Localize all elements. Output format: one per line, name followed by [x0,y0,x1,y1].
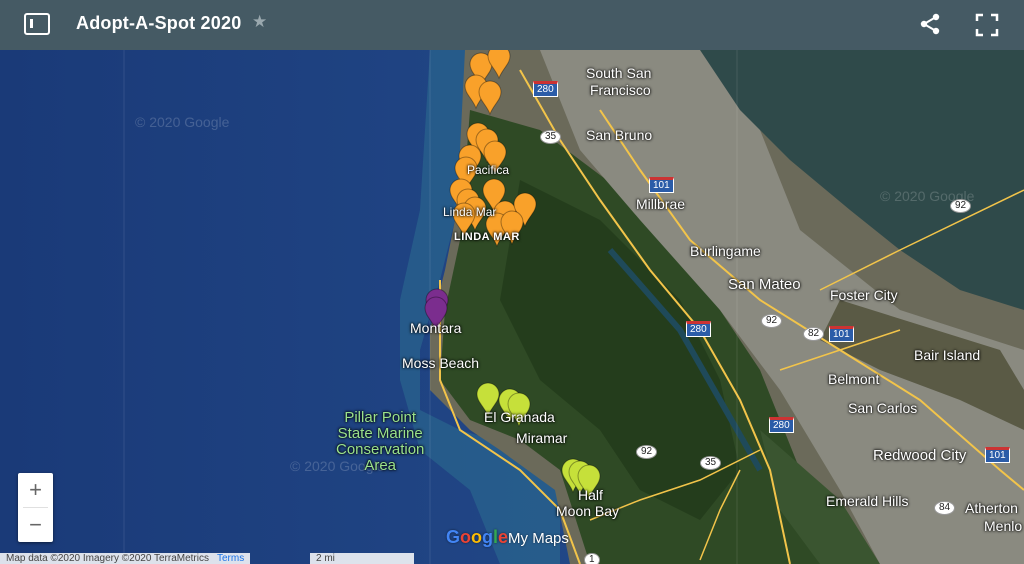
highway-shield: 35 [540,130,562,144]
highway-shield: 101 [649,177,674,193]
zoom-out-button[interactable]: − [18,508,53,542]
highway-shield: 35 [700,456,722,470]
park-label-line: Pillar Point [344,409,417,426]
place-label: Belmont [828,371,880,387]
highway-shield: 280 [533,81,558,97]
map-attribution: Map data ©2020 Imagery ©2020 TerraMetric… [0,553,251,564]
logo-mymaps: My Maps [508,530,569,547]
highway-shield: 101 [985,447,1010,463]
star-icon[interactable]: ★ [252,12,267,32]
zoom-controls: + − [18,473,53,542]
place-label: Foster City [830,287,898,303]
zoom-in-button[interactable]: + [18,473,53,507]
park-label-line: Area [364,457,397,474]
logo-letter: g [482,527,494,547]
map-title: Adopt-A-Spot 2020 [76,13,242,33]
place-label: Miramar [516,430,568,446]
park-label: Pillar Point State Marine Conservation A… [336,410,424,474]
highway-shield: 280 [769,417,794,433]
scale-bar[interactable]: 2 mi [310,553,414,564]
place-label: Half [578,487,603,503]
logo-letter: G [446,527,461,547]
share-icon[interactable] [919,13,941,35]
place-label: Moon Bay [556,503,620,519]
place-label: South San [586,65,652,81]
place-label: San Bruno [586,127,653,143]
place-label: Francisco [590,82,651,98]
place-label: Burlingame [690,243,761,259]
google-watermark: © 2020 Google [135,114,230,130]
place-label: Montara [410,320,462,336]
highway-shield: 280 [686,321,711,337]
place-label: Bair Island [914,347,981,363]
place-label: Redwood City [873,447,967,464]
highway-shield: 101 [829,326,854,342]
place-label: Linda Mar [443,205,497,219]
top-bar: Adopt-A-Spot 2020 ★ [0,0,1024,50]
attribution-text: Map data ©2020 Imagery ©2020 TerraMetric… [6,553,209,564]
highway-shield: 82 [803,327,825,341]
highway-shield: 92 [636,445,658,459]
place-label: Menlo [984,518,1023,534]
place-label: Pacifica [467,163,510,177]
highway-shield: 84 [934,501,956,515]
terms-link[interactable]: Terms [217,553,244,564]
highway-shield: 92 [950,199,972,213]
park-label-line: Conservation [336,441,425,458]
place-label: San Carlos [848,400,918,416]
logo-letter: o [471,527,483,547]
place-label: LINDA MAR [454,231,520,243]
fullscreen-icon[interactable] [975,13,999,37]
place-label: Atherton [965,500,1018,516]
sidebar-toggle-icon[interactable] [24,13,50,35]
highway-shield: 1 [584,553,600,564]
logo-letter: e [498,527,509,547]
place-label: Millbrae [636,196,686,212]
google-my-maps-logo: GoogleMy Maps [446,527,569,548]
place-label: Emerald Hills [826,493,909,509]
logo-letter: o [460,527,472,547]
place-label: El Granada [484,409,555,425]
place-label: Moss Beach [402,355,480,371]
park-label-line: State Marine [337,425,423,442]
map-canvas[interactable]: © 2020 Google © 2020 Google © 2020 Googl… [0,50,1024,564]
place-label: San Mateo [728,276,801,293]
highway-shield: 92 [761,314,783,328]
